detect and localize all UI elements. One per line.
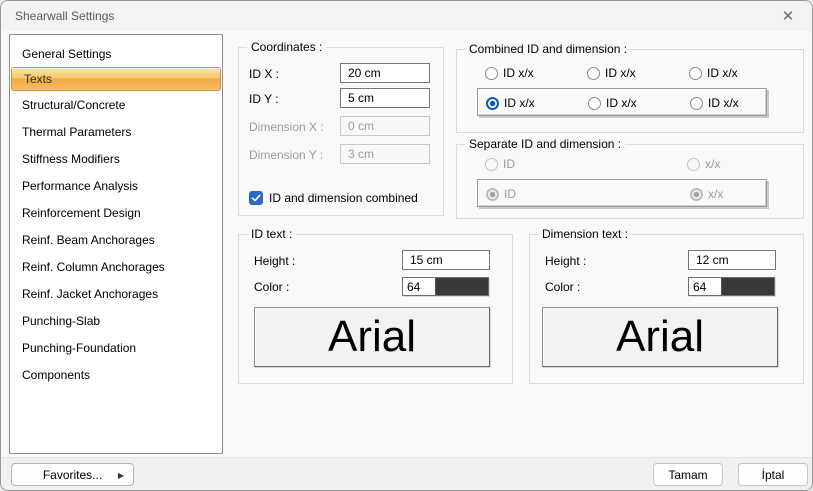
sidebar-item-reinforcement-design[interactable]: Reinforcement Design [10,199,222,226]
id-text-color-number[interactable]: 64 [403,278,436,295]
radio-icon [485,67,498,80]
dimension-text-color-label: Color : [545,280,580,294]
window-title: Shearwall Settings [15,9,114,23]
combined-radio-2[interactable]: ID x/x [587,66,636,80]
dimension-y-input: 3 cm [340,144,430,164]
cancel-button[interactable]: İptal [738,463,808,486]
sidebar-item-performance-analysis[interactable]: Performance Analysis [10,172,222,199]
combined-group-title: Combined ID and dimension : [465,42,631,56]
favorites-arrow-icon: ▶ [118,471,124,480]
combined-selected-row-frame: ID x/x ID x/x ID x/x [477,88,767,116]
sidebar-item-reinf-beam-anchorages[interactable]: Reinf. Beam Anchorages [10,226,222,253]
shearwall-settings-dialog: Shearwall Settings ✕ General Settings Te… [0,0,813,491]
dimension-text-color-swatch[interactable] [722,278,774,295]
sidebar-item-thermal-parameters[interactable]: Thermal Parameters [10,118,222,145]
radio-icon [690,97,703,110]
combined-id-dimension-group: Combined ID and dimension : ID x/x ID x/… [456,49,804,133]
dimension-x-input: 0 cm [340,116,430,136]
separate-radio-id: ID [485,157,515,171]
id-text-height-label: Height : [254,254,295,268]
coordinates-group: Coordinates : ID X : 20 cm ID Y : 5 cm D… [238,47,444,216]
id-y-label: ID Y : [249,92,279,106]
id-y-input[interactable]: 5 cm [340,88,430,108]
id-x-input[interactable]: 20 cm [340,63,430,83]
sidebar-item-reinf-column-anchorages[interactable]: Reinf. Column Anchorages [10,253,222,280]
radio-disabled-selected-icon [690,188,703,201]
separate-radio-xx-selected: x/x [690,187,723,201]
sidebar-item-punching-foundation[interactable]: Punching-Foundation [10,334,222,361]
close-icon[interactable]: ✕ [774,5,802,27]
id-text-font-button[interactable]: Arial [254,307,490,367]
sidebar-item-reinf-jacket-anchorages[interactable]: Reinf. Jacket Anchorages [10,280,222,307]
separate-radio-id-selected: ID [486,187,516,201]
checkbox-label: ID and dimension combined [269,191,418,205]
radio-disabled-icon [687,158,700,171]
sidebar-item-structural-concrete[interactable]: Structural/Concrete [10,91,222,118]
favorites-button-label: Favorites... [43,468,102,482]
combined-radio-6[interactable]: ID x/x [690,96,739,110]
radio-disabled-icon [485,158,498,171]
dimension-text-height-label: Height : [545,254,586,268]
separate-radio-xx: x/x [687,157,720,171]
radio-icon [588,97,601,110]
id-text-color-picker[interactable]: 64 [402,277,489,296]
combined-radio-3[interactable]: ID x/x [689,66,738,80]
sidebar-item-texts[interactable]: Texts [11,67,221,91]
id-text-height-input[interactable]: 15 cm [402,250,490,270]
separate-group-title: Separate ID and dimension : [465,137,625,151]
sidebar-item-general-settings[interactable]: General Settings [10,40,222,67]
id-text-color-swatch[interactable] [436,278,488,295]
id-dimension-combined-checkbox[interactable]: ID and dimension combined [249,191,418,205]
combined-radio-4-selected[interactable]: ID x/x [486,96,535,110]
favorites-button[interactable]: Favorites... ▶ [11,463,134,486]
radio-disabled-selected-icon [486,188,499,201]
dimension-text-group-title: Dimension text : [538,227,632,241]
id-text-color-label: Color : [254,280,289,294]
radio-selected-icon [486,97,499,110]
separate-id-dimension-group: Separate ID and dimension : ID x/x ID x/… [456,144,804,219]
ok-button[interactable]: Tamam [653,463,723,486]
combined-radio-5[interactable]: ID x/x [588,96,637,110]
sidebar-item-punching-slab[interactable]: Punching-Slab [10,307,222,334]
sidebar-item-components[interactable]: Components [10,361,222,388]
id-x-label: ID X : [249,67,279,81]
settings-category-list: General Settings Texts Structural/Concre… [9,34,223,454]
dimension-x-label: Dimension X : [249,120,324,134]
id-text-group: ID text : Height : 15 cm Color : 64 Aria… [238,234,513,384]
dimension-y-label: Dimension Y : [249,148,323,162]
separate-selected-row-frame: ID x/x [477,179,767,207]
coordinates-group-title: Coordinates : [247,40,326,54]
radio-icon [587,67,600,80]
dimension-text-height-input[interactable]: 12 cm [688,250,776,270]
checkbox-check-icon [249,191,263,205]
combined-radio-1[interactable]: ID x/x [485,66,534,80]
titlebar: Shearwall Settings [1,1,812,31]
dimension-text-color-number[interactable]: 64 [689,278,722,295]
dimension-text-font-button[interactable]: Arial [542,307,778,367]
dimension-text-group: Dimension text : Height : 12 cm Color : … [529,234,804,384]
dimension-text-color-picker[interactable]: 64 [688,277,775,296]
radio-icon [689,67,702,80]
sidebar-item-stiffness-modifiers[interactable]: Stiffness Modifiers [10,145,222,172]
id-text-group-title: ID text : [247,227,296,241]
